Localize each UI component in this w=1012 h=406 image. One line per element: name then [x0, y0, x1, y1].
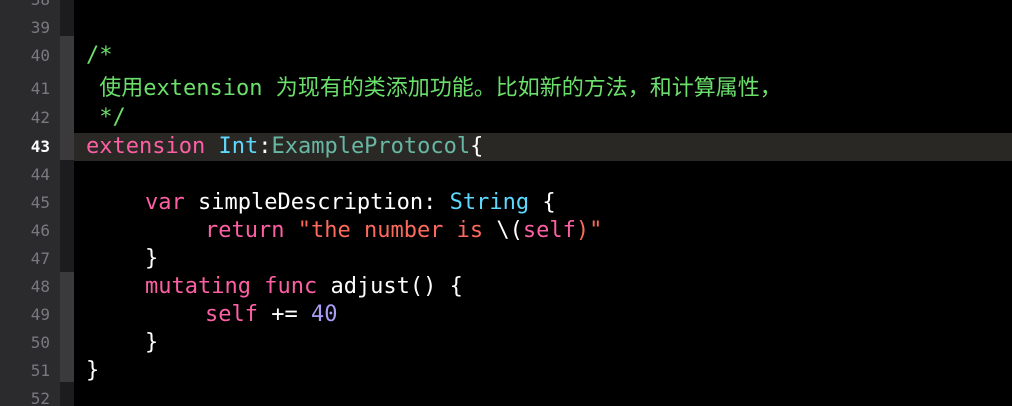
- identifier-token: simpleDescription:: [184, 190, 450, 215]
- code-line[interactable]: 44: [0, 161, 1012, 189]
- code-line[interactable]: 41 使用extension 为现有的类添加功能。比如新的方法，和计算属性，: [0, 75, 1012, 103]
- line-number: 44: [30, 165, 50, 184]
- code-text: var simpleDescription: String {: [145, 189, 556, 217]
- line-number: 42: [30, 108, 50, 127]
- line-number: 45: [30, 193, 50, 212]
- code-line-current[interactable]: 43 extension Int:ExampleProtocol{: [0, 133, 1012, 161]
- punctuation-token: :: [258, 134, 272, 159]
- code-text: return "the number is \(self)": [205, 217, 602, 245]
- type-token: Int: [218, 134, 259, 159]
- code-text: extension Int:ExampleProtocol{: [86, 133, 483, 161]
- self-token: self: [205, 302, 258, 327]
- interpolation-token: \(: [496, 218, 523, 243]
- line-number: 38: [0, 0, 50, 14]
- line-number: 46: [30, 221, 50, 240]
- line-number: 40: [30, 46, 50, 65]
- keyword-token: var: [145, 190, 185, 215]
- keyword-token: extension: [86, 134, 206, 159]
- brace-token: {: [529, 190, 556, 215]
- code-line[interactable]: 49 self += 40: [0, 301, 1012, 329]
- line-number: 52: [30, 389, 50, 406]
- line-number: 48: [30, 277, 50, 296]
- code-line[interactable]: 47 }: [0, 245, 1012, 273]
- brace-token: }: [145, 246, 159, 271]
- line-number: 50: [30, 333, 50, 352]
- code-line[interactable]: 42 */: [0, 104, 1012, 132]
- code-line[interactable]: 52: [0, 385, 1012, 406]
- code-line[interactable]: 39: [0, 14, 1012, 42]
- code-line[interactable]: 45 var simpleDescription: String {: [0, 189, 1012, 217]
- brace-token: }: [86, 358, 100, 383]
- brace-token: {: [470, 134, 484, 159]
- protocol-token: ExampleProtocol: [271, 134, 471, 159]
- operator-token: +=: [257, 302, 311, 327]
- identifier-token: adjust() {: [317, 274, 463, 299]
- code-text: mutating func adjust() {: [145, 273, 463, 301]
- code-text: self += 40: [205, 301, 337, 329]
- line-number: 43: [30, 137, 50, 156]
- self-token: self: [522, 218, 576, 243]
- code-editor[interactable]: 38 39 40 /* 41 使用extension 为现有的类添加功能。比如新…: [0, 0, 1012, 406]
- keyword-token: mutating: [145, 274, 251, 299]
- brace-token: }: [145, 330, 159, 355]
- string-token: )": [575, 218, 603, 243]
- number-token: 40: [310, 302, 338, 327]
- line-number: 49: [30, 305, 50, 324]
- code-line[interactable]: 50 }: [0, 329, 1012, 357]
- comment-text: */: [86, 105, 126, 130]
- comment-text: /*: [86, 43, 113, 68]
- line-number: 39: [30, 18, 50, 37]
- type-token: String: [449, 190, 530, 215]
- code-line[interactable]: 46 return "the number is \(self)": [0, 217, 1012, 245]
- line-number: 47: [30, 249, 50, 268]
- comment-text: 使用extension 为现有的类添加功能。比如新的方法，和计算属性，: [86, 76, 782, 101]
- code-line[interactable]: 48 mutating func adjust() {: [0, 273, 1012, 301]
- keyword-token: func: [264, 274, 318, 299]
- line-number: 51: [30, 361, 50, 380]
- keyword-token: return: [205, 218, 285, 243]
- line-number: 41: [30, 79, 50, 98]
- string-token: "the number is: [297, 218, 497, 243]
- code-line[interactable]: 40 /*: [0, 42, 1012, 70]
- code-line[interactable]: 38: [0, 0, 1012, 14]
- code-line[interactable]: 51 }: [0, 357, 1012, 385]
